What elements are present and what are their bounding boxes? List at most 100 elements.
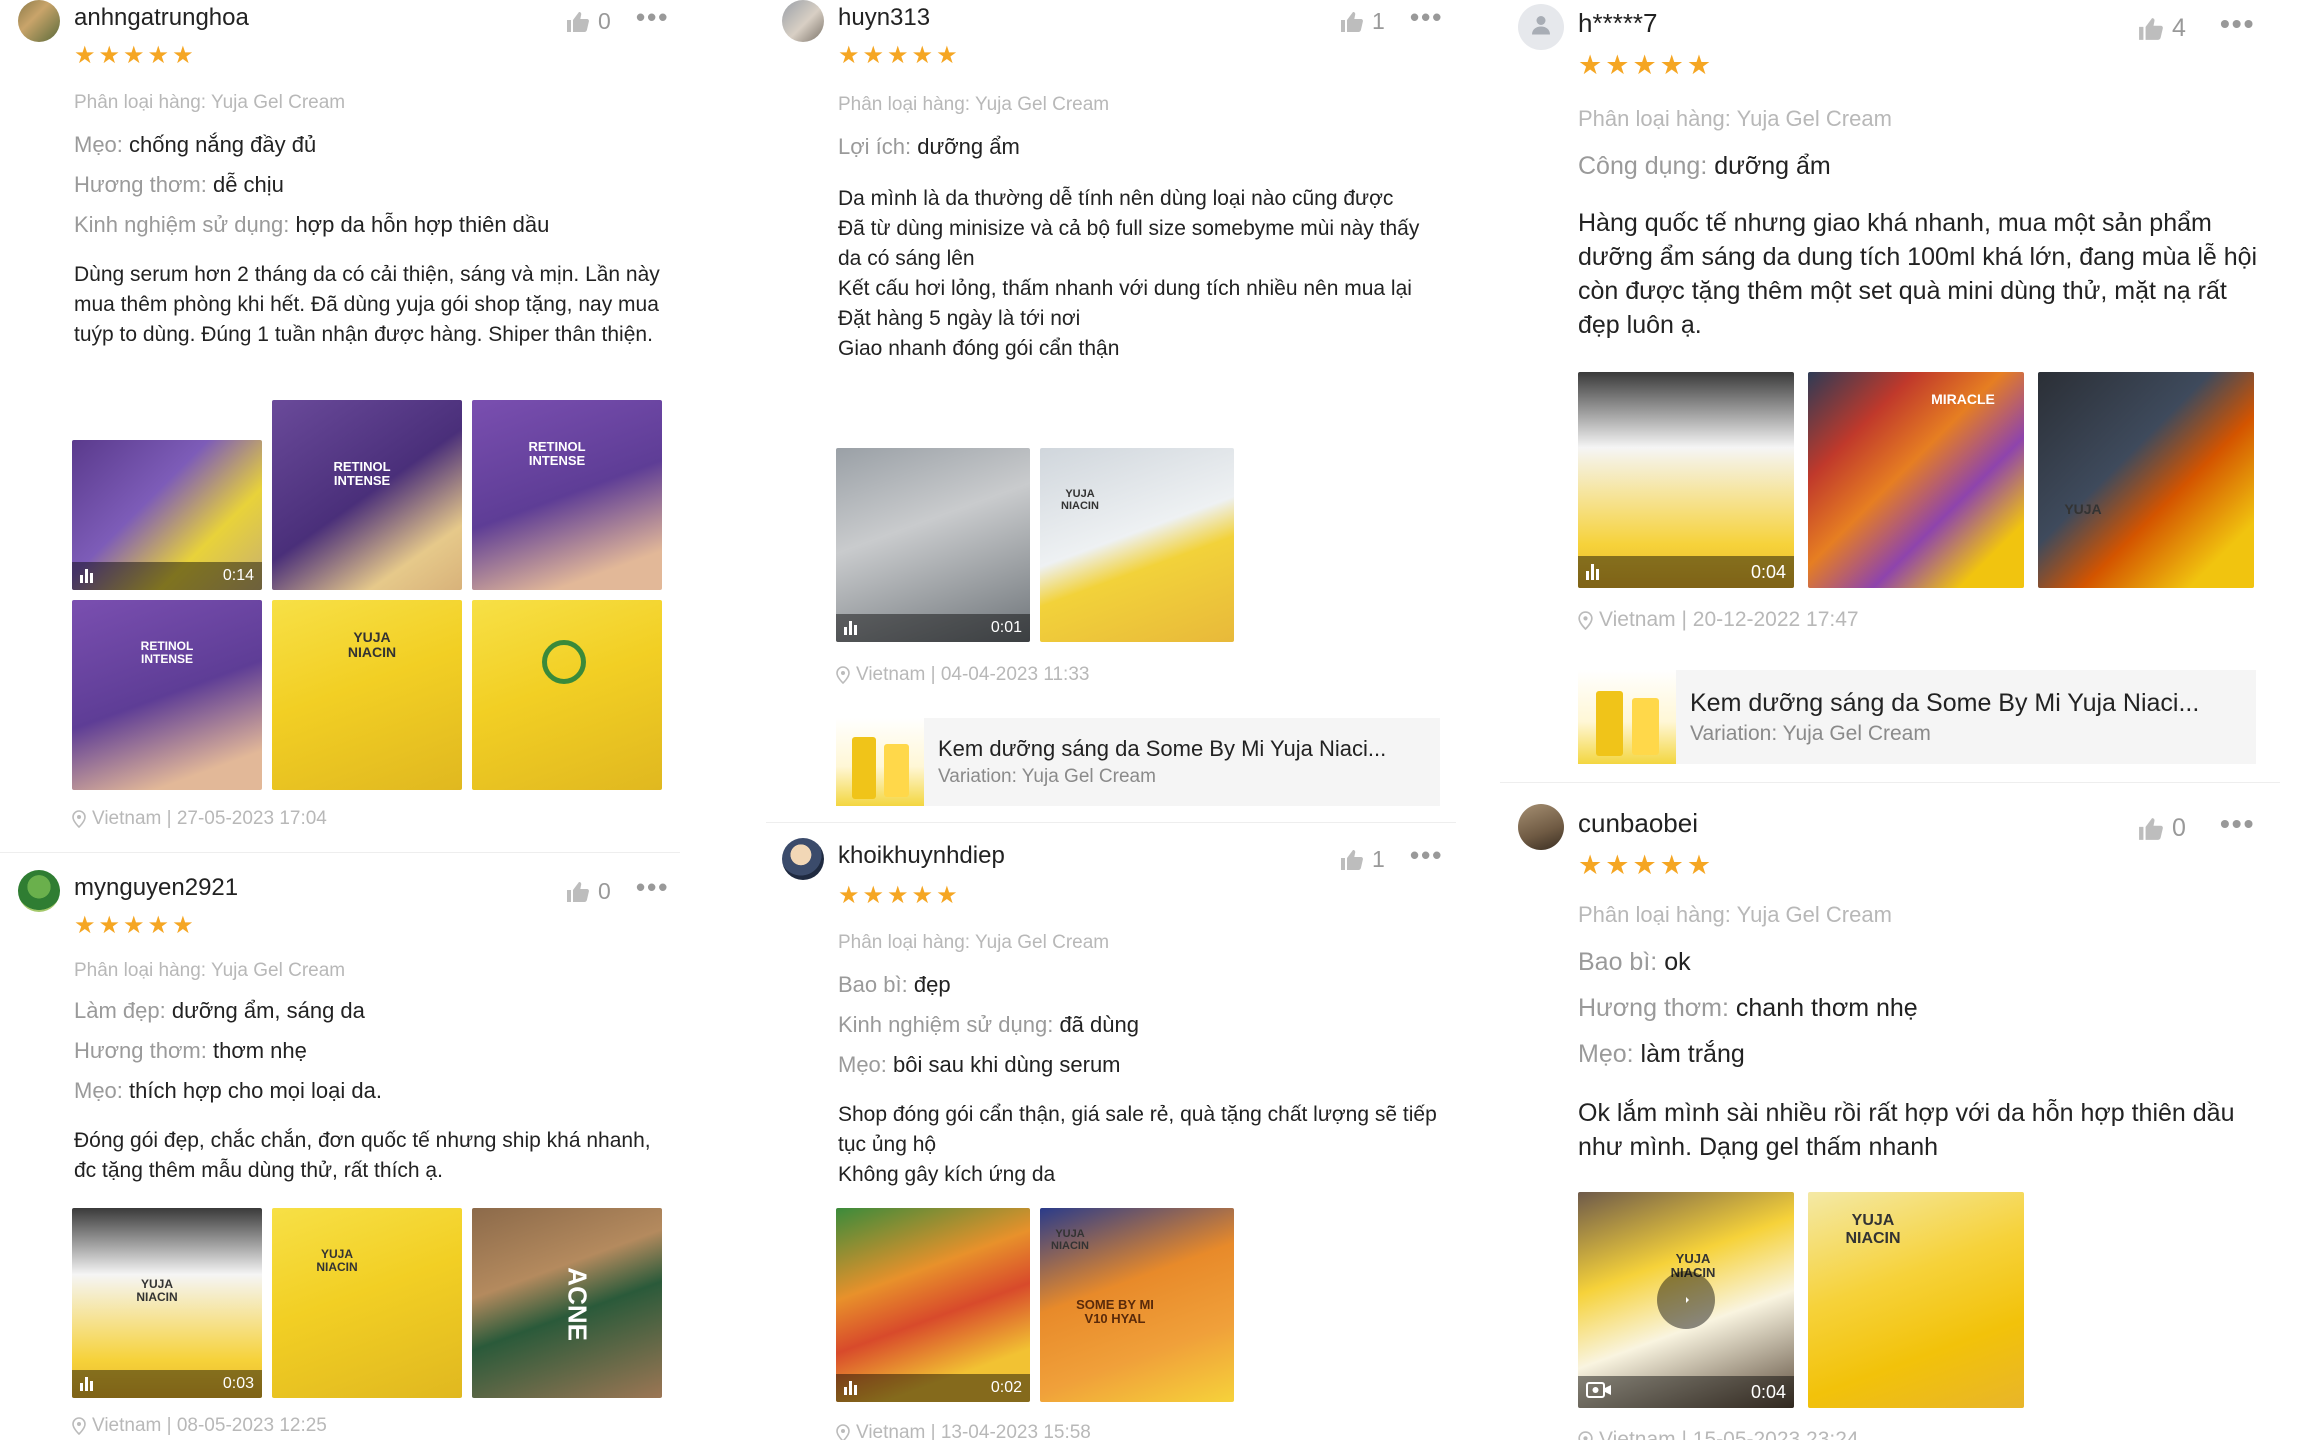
image-label: YUJA NIACIN <box>1845 1212 1901 1247</box>
avatar[interactable] <box>18 0 60 42</box>
more-horizontal-icon[interactable]: ••• <box>1410 840 1443 871</box>
variation-label: Phân loại hàng: Yuja Gel Cream <box>838 94 1110 115</box>
review-image[interactable] <box>472 600 662 790</box>
username[interactable]: khoikhuynhdiep <box>838 842 1005 870</box>
location-pin-icon <box>836 1424 850 1440</box>
avatar[interactable] <box>1518 4 1564 50</box>
review-video-thumbnail[interactable]: YUJA NIACIN 0:04 <box>1578 1192 1794 1408</box>
location-pin-icon <box>72 810 86 828</box>
review-text: Shop đóng gói cẩn thận, giá sale rẻ, quà… <box>838 1100 1438 1190</box>
review-video-thumbnail[interactable]: 0:02 <box>836 1208 1030 1402</box>
like-button[interactable]: 0 <box>566 878 611 905</box>
like-count: 0 <box>598 878 611 904</box>
star-icon: ★ <box>1605 850 1630 880</box>
review-text-line: Không gây kích ứng da <box>838 1163 1056 1186</box>
review-meta: Vietnam | 15-05-2023 23:24 <box>1578 1428 1859 1440</box>
video-bars-icon <box>844 1381 857 1395</box>
star-icon: ★ <box>123 912 145 939</box>
review-image[interactable]: YUJA NIACIN <box>272 1208 462 1398</box>
review-text: Ok lắm mình sài nhiều rồi rất hợp với da… <box>1578 1099 2235 1161</box>
review-attribute: Mẹo: bôi sau khi dùng serum <box>838 1052 1121 1077</box>
review-image[interactable]: YUJA NIACIN SOME BY MI V10 HYAL <box>1040 1208 1234 1402</box>
product-card[interactable]: Kem dưỡng sáng da Some By Mi Yuja Niaci.… <box>836 718 1440 806</box>
review-attribute: Kinh nghiệm sử dụng: đã dùng <box>838 1012 1139 1037</box>
avatar[interactable] <box>1518 804 1564 850</box>
review-card: cunbaobei 0 ••• ★ ★ ★ ★ ★ Phân loại hàng: Yu… <box>1518 800 2258 1440</box>
star-icon: ★ <box>911 882 934 909</box>
product-title: Kem dưỡng sáng da Some By Mi Yuja Niaci.… <box>938 736 1387 761</box>
like-count: 0 <box>2172 814 2186 842</box>
thumbs-up-icon <box>2138 817 2164 841</box>
username[interactable]: h*****7 <box>1578 8 1658 39</box>
review-video-thumbnail[interactable]: 0:14 <box>72 440 262 590</box>
review-image[interactable]: YUJA NIACIN <box>1808 1192 2024 1408</box>
product-thumbnail <box>1578 670 1676 764</box>
review-image[interactable]: RETINOL INTENSE <box>472 400 662 590</box>
more-horizontal-icon[interactable]: ••• <box>636 872 669 903</box>
username[interactable]: anhngatrunghoa <box>74 4 249 32</box>
review-video-thumbnail[interactable]: 0:01 <box>836 448 1030 642</box>
review-image[interactable]: ACNE <box>472 1208 662 1398</box>
review-card: anhngatrunghoa 0 ••• ★ ★ ★ ★ ★ Phân loại hàn… <box>18 0 678 850</box>
star-icon: ★ <box>123 42 145 69</box>
video-duration-bar: 0:01 <box>836 614 1030 642</box>
play-icon[interactable] <box>1657 1271 1715 1329</box>
review-attribute: Mẹo: thích hợp cho mọi loại da. <box>74 1078 382 1103</box>
image-label: SOME BY MI V10 HYAL <box>1076 1297 1154 1327</box>
avatar[interactable] <box>18 870 60 912</box>
image-label: YUJA NIACIN <box>316 1247 358 1275</box>
review-attribute: Hương thơm: dễ chịu <box>74 172 284 197</box>
video-duration: 0:14 <box>222 567 254 584</box>
review-attribute: Bao bì: đẹp <box>838 972 951 997</box>
username[interactable]: cunbaobei <box>1578 808 1698 839</box>
review-attribute: Kinh nghiệm sử dụng: hợp da hỗn hợp thiê… <box>74 212 550 237</box>
more-horizontal-icon[interactable]: ••• <box>1410 2 1443 33</box>
like-button[interactable]: 4 <box>2138 14 2186 43</box>
variation-label: Phân loại hàng: Yuja Gel Cream <box>74 960 346 981</box>
more-horizontal-icon[interactable]: ••• <box>2220 8 2255 40</box>
review-attribute: Hương thơm: chanh thơm nhẹ <box>1578 994 1918 1022</box>
review-attribute: Mẹo: làm trắng <box>1578 1040 1745 1068</box>
avatar[interactable] <box>782 0 824 42</box>
thumbs-up-icon <box>566 11 590 33</box>
avatar[interactable] <box>782 838 824 880</box>
review-meta: Vietnam | 08-05-2023 12:25 <box>72 1415 327 1437</box>
username[interactable]: mynguyen2921 <box>74 874 238 902</box>
review-image[interactable]: MIRACLE <box>1808 372 2024 588</box>
more-horizontal-icon[interactable]: ••• <box>2220 808 2255 840</box>
star-icon: ★ <box>1605 50 1630 80</box>
like-button[interactable]: 1 <box>1340 846 1385 873</box>
like-count: 1 <box>1372 8 1385 34</box>
image-label: ACNE <box>562 1267 593 1341</box>
review-image[interactable]: YUJA <box>2038 372 2254 588</box>
like-button[interactable]: 0 <box>566 8 611 35</box>
video-bars-icon <box>80 1377 93 1391</box>
more-horizontal-icon[interactable]: ••• <box>636 2 669 33</box>
review-image[interactable]: RETINOL INTENSE <box>72 600 262 790</box>
product-info: Kem dưỡng sáng da Some By Mi Yuja Niaci.… <box>924 736 1386 788</box>
review-image[interactable]: YUJA NIACIN <box>1040 448 1234 642</box>
review-video-thumbnail[interactable]: 0:04 <box>1578 372 1794 588</box>
person-icon <box>1529 13 1553 42</box>
video-duration-bar: 0:04 <box>1578 556 1794 588</box>
star-icon: ★ <box>1686 850 1712 880</box>
star-rating: ★ ★ ★ ★ ★ <box>1578 52 1711 79</box>
username[interactable]: huyn313 <box>838 4 930 32</box>
image-label: RETINOL INTENSE <box>333 459 391 489</box>
review-text: Hàng quốc tế nhưng giao khá nhanh, mua m… <box>1578 209 2258 339</box>
product-card[interactable]: Kem dưỡng sáng da Some By Mi Yuja Niaci.… <box>1578 670 2256 764</box>
image-label: YUJA NIACIN <box>136 1277 178 1305</box>
review-card: mynguyen2921 0 ••• ★ ★ ★ ★ ★ Phân loại hàng:… <box>18 870 678 1440</box>
review-image[interactable]: YUJA NIACIN <box>272 600 462 790</box>
review-image[interactable]: RETINOL INTENSE <box>272 400 462 590</box>
review-divider <box>766 822 1456 823</box>
star-icon: ★ <box>74 42 96 69</box>
star-icon: ★ <box>172 42 194 69</box>
review-video-thumbnail[interactable]: YUJA NIACIN 0:03 <box>72 1208 262 1398</box>
location-pin-icon <box>1578 1430 1593 1440</box>
star-rating: ★ ★ ★ ★ ★ <box>74 914 194 938</box>
star-icon: ★ <box>862 882 885 909</box>
like-button[interactable]: 1 <box>1340 8 1385 35</box>
video-duration: 0:02 <box>990 1379 1022 1396</box>
like-button[interactable]: 0 <box>2138 814 2186 843</box>
